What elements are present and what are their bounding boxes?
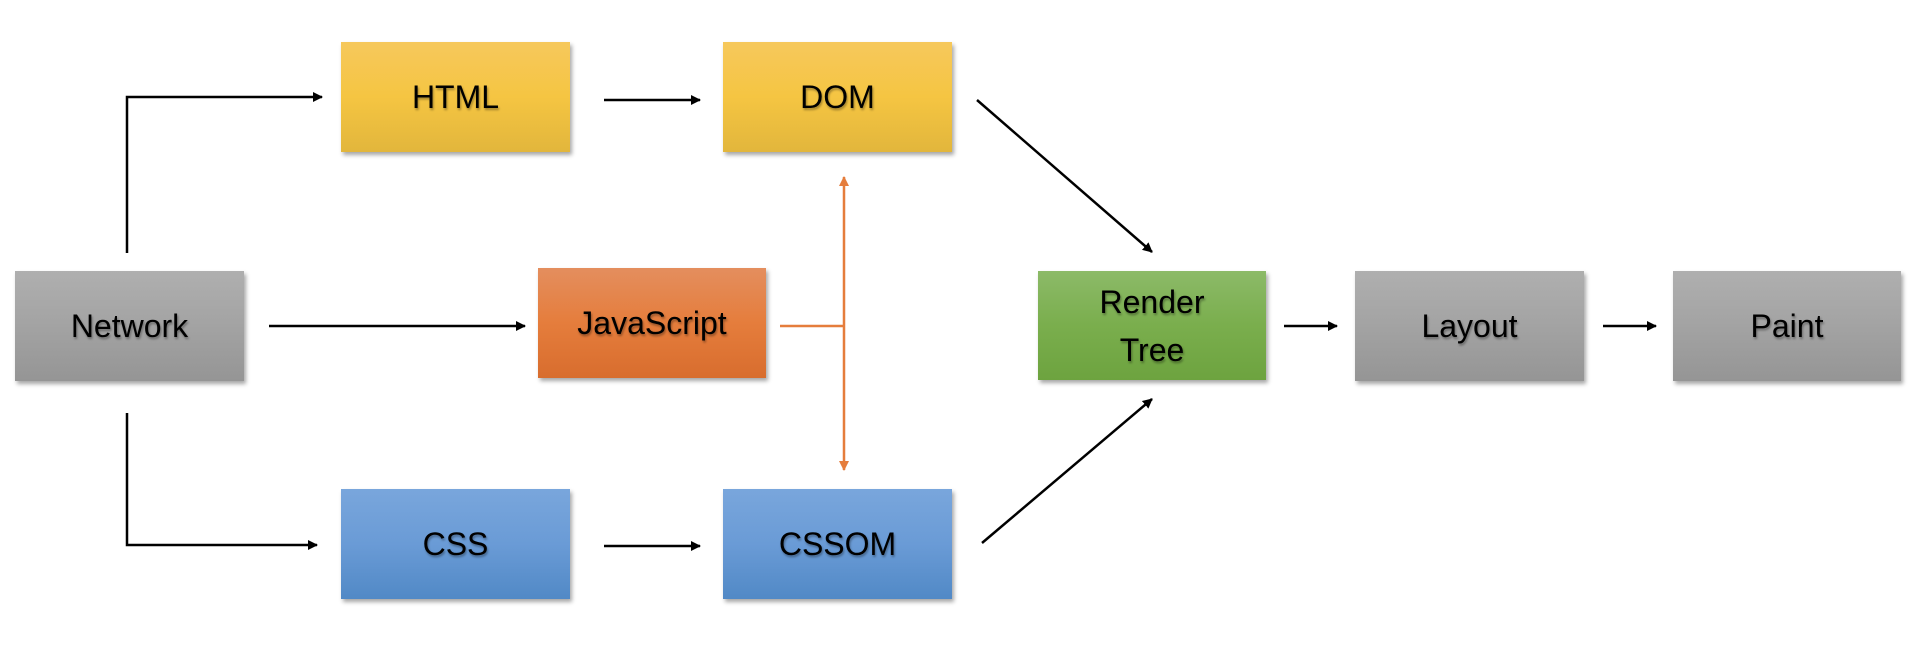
node-paint-label: Paint	[1750, 308, 1824, 344]
node-css-label: CSS	[422, 526, 489, 562]
edge-network-css	[125, 413, 318, 550]
node-css: CSS	[341, 489, 570, 599]
node-network: Network	[15, 271, 244, 381]
node-render-tree: Render Tree	[1038, 271, 1266, 380]
node-paint: Paint	[1673, 271, 1901, 381]
node-dom: DOM	[723, 42, 952, 152]
node-network-label: Network	[70, 308, 189, 344]
edge-network-html	[125, 92, 323, 253]
node-javascript-label: JavaScript	[577, 305, 727, 341]
node-cssom-label: CSSOM	[778, 526, 897, 562]
edge-cssom-render-tree	[981, 398, 1153, 544]
node-layout: Layout	[1355, 271, 1584, 381]
node-render-tree-label: Render Tree	[1099, 283, 1205, 368]
edge-dom-render-tree	[976, 99, 1153, 253]
node-html: HTML	[341, 42, 570, 152]
node-html-label: HTML	[411, 79, 500, 115]
node-layout-label: Layout	[1421, 308, 1518, 344]
node-javascript: JavaScript	[538, 268, 766, 378]
diagram-canvas	[125, 92, 1657, 551]
node-cssom: CSSOM	[723, 489, 952, 599]
node-dom-label: DOM	[800, 79, 875, 115]
